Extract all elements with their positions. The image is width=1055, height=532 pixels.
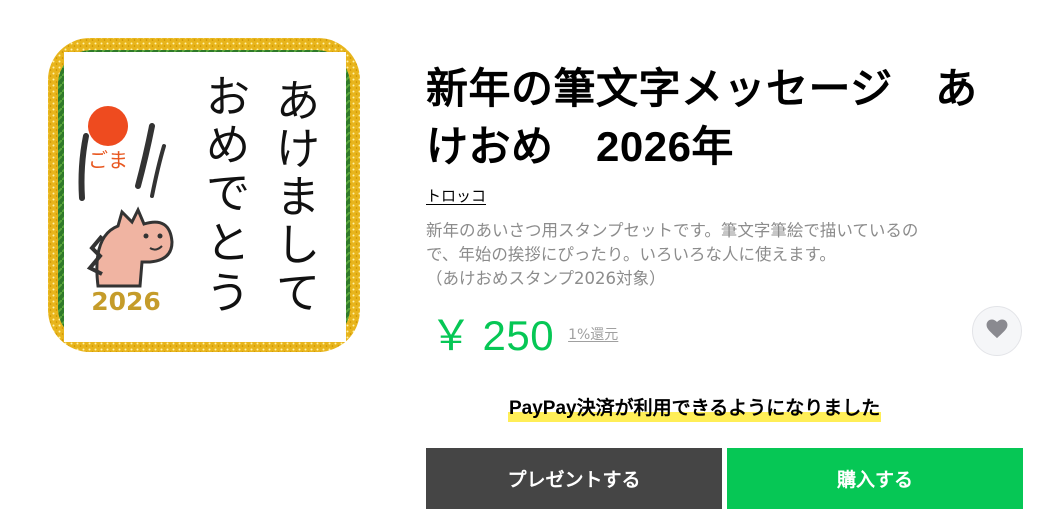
thumbnail-year: 2026 — [91, 287, 161, 316]
svg-text:て: て — [276, 268, 320, 319]
reward-link[interactable]: 1%還元 — [568, 324, 618, 344]
product-title-line-2: けおめ 2026年 — [426, 123, 734, 170]
buy-button[interactable]: 購入する — [727, 448, 1023, 509]
price: ￥ 250 — [430, 302, 554, 363]
product-title-line-1: 新年の筆文字メッセージ あ — [426, 65, 978, 112]
author-link[interactable]: トロッコ — [426, 185, 486, 206]
svg-text:め: め — [206, 120, 250, 171]
svg-text:と: と — [206, 218, 250, 269]
svg-text:あ: あ — [276, 76, 320, 127]
favorite-button[interactable] — [972, 306, 1022, 356]
product-description: 新年のあいさつ用スタンプセットです。筆文字筆絵で描いているの で、年始の挨拶にぴ… — [426, 219, 1016, 291]
gift-button[interactable]: プレゼントする — [426, 448, 722, 509]
product-info: 新年の筆文字メッセージ あ けおめ 2026年 — [426, 60, 1026, 176]
paypay-notice: PayPay決済が利用できるようになりました — [508, 396, 882, 422]
description-line: で、年始の挨拶にぴったり。いろいろな人に使えます。 — [426, 245, 836, 264]
heart-icon — [986, 319, 1008, 343]
sticker-thumbnail: ごま 2026 あ け ま し て お め で と う — [46, 36, 362, 354]
price-currency: ￥ — [430, 311, 473, 359]
description-line: 新年のあいさつ用スタンプセットです。筆文字筆絵で描いているの — [426, 221, 919, 240]
price-value: 250 — [482, 311, 555, 359]
svg-text:で: で — [206, 168, 250, 219]
svg-text:ごま: ごま — [88, 148, 128, 172]
product-title: 新年の筆文字メッセージ あ けおめ 2026年 — [426, 60, 1026, 176]
svg-text:け: け — [276, 124, 320, 175]
svg-text:お: お — [206, 72, 250, 123]
svg-text:ま: ま — [276, 172, 320, 223]
price-row: ￥ 250 1%還元 — [430, 306, 618, 359]
svg-text:う: う — [206, 268, 250, 319]
description-line: （あけおめスタンプ2026対象） — [426, 269, 666, 288]
svg-text:し: し — [276, 220, 320, 271]
